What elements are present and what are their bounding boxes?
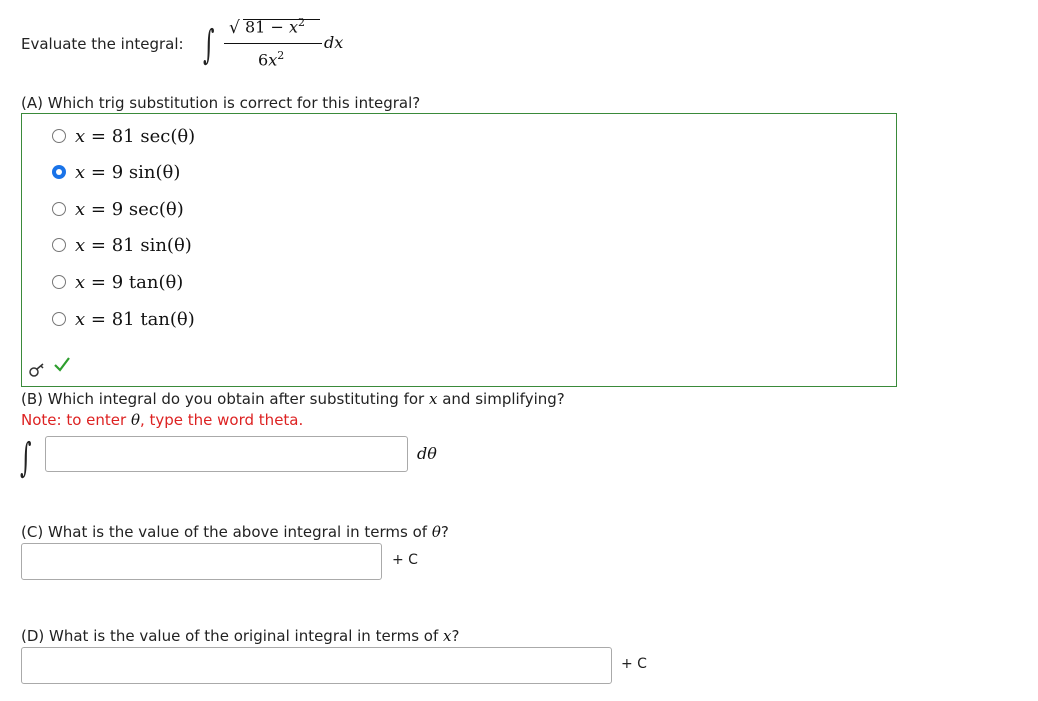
integral-sign-b: ∫ xyxy=(20,435,32,481)
numerator-variable: x xyxy=(288,17,298,37)
numerator-constant: 81 xyxy=(245,17,266,37)
option-2[interactable]: x = 9 sin(θ) xyxy=(52,159,180,185)
sqrt-symbol: √ xyxy=(229,18,240,38)
option-expression: x = 9 sec(θ) xyxy=(75,198,184,220)
option-expression: x = 9 sin(θ) xyxy=(75,161,181,183)
radio-button-selected[interactable] xyxy=(52,165,66,179)
radio-button[interactable] xyxy=(52,129,66,143)
option-expression: x = 81 tan(θ) xyxy=(75,308,195,330)
integral-answer-input[interactable] xyxy=(45,436,408,472)
question-d: (D) What is the value of the original in… xyxy=(21,627,460,645)
key-icon[interactable] xyxy=(28,361,46,379)
x-answer-input[interactable] xyxy=(21,647,612,684)
differential: dx xyxy=(324,33,344,52)
option-expression: x = 81 sec(θ) xyxy=(75,125,196,147)
check-icon xyxy=(54,357,70,372)
option-expression: x = 81 sin(θ) xyxy=(75,234,192,256)
radio-button[interactable] xyxy=(52,275,66,289)
option-4[interactable]: x = 81 sin(θ) xyxy=(52,232,192,258)
numerator-minus: − xyxy=(270,17,284,37)
integral-sign: ∫ xyxy=(203,22,215,68)
option-6[interactable]: x = 81 tan(θ) xyxy=(52,306,195,332)
integrand-denominator: 6x2 xyxy=(258,49,284,69)
fraction-bar xyxy=(224,43,322,44)
plus-c-label: + C xyxy=(392,552,418,568)
question-a: (A) Which trig substitution is correct f… xyxy=(21,94,421,112)
note-b: Note: to enter θ, type the word theta. xyxy=(21,411,304,429)
question-c: (C) What is the value of the above integ… xyxy=(21,523,449,541)
denominator-variable: x xyxy=(268,50,278,70)
option-expression: x = 9 tan(θ) xyxy=(75,271,184,293)
option-5[interactable]: x = 9 tan(θ) xyxy=(52,269,183,295)
question-b: (B) Which integral do you obtain after s… xyxy=(21,390,565,408)
denominator-coefficient: 6 xyxy=(258,50,269,70)
theta-answer-input[interactable] xyxy=(21,543,382,580)
option-3[interactable]: x = 9 sec(θ) xyxy=(52,196,184,222)
radio-button[interactable] xyxy=(52,238,66,252)
differential-theta: dθ xyxy=(417,444,437,463)
denominator-exponent: 2 xyxy=(277,49,285,62)
radio-button[interactable] xyxy=(52,312,66,326)
radio-button[interactable] xyxy=(52,202,66,216)
option-1[interactable]: x = 81 sec(θ) xyxy=(52,123,195,149)
numerator-exponent: 2 xyxy=(297,16,305,29)
problem-prompt: Evaluate the integral: xyxy=(21,35,184,53)
integrand-numerator: 81 − x2 xyxy=(245,16,305,36)
plus-c-label: + C xyxy=(621,656,647,672)
